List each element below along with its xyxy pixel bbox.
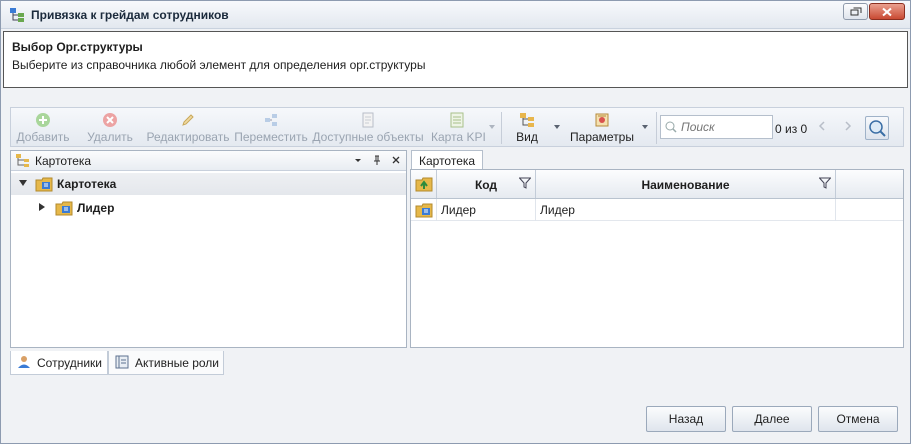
move-button[interactable]: Переместить [234,110,308,146]
level-up-column[interactable] [411,170,437,198]
parameters-label: Параметры [570,130,634,144]
header-title: Выбор Орг.структуры [12,40,143,54]
parameters-dropdown-arrow[interactable] [642,125,648,129]
available-objects-label: Доступные объекты [312,130,424,144]
results-counter: 0 из 0 [775,122,808,136]
tab-active-roles[interactable]: Активные роли [108,351,224,375]
tree-node-leader[interactable]: Лидер [11,197,406,219]
find-button[interactable] [865,116,889,140]
search-box[interactable] [660,115,773,139]
kpi-map-dropdown-arrow[interactable] [489,125,495,129]
next-result-icon[interactable] [841,119,855,133]
next-button[interactable]: Далее [732,406,812,432]
cell-text: Лидер [441,203,476,217]
column-header-code[interactable]: Код [437,170,536,198]
view-label: Вид [516,130,538,144]
panel-close-icon[interactable] [390,154,402,166]
cell-code: Лидер [437,199,536,221]
close-button[interactable] [869,3,905,20]
restore-icon [850,7,861,15]
tab-label: Картотека [419,154,476,168]
org-structure-icon [10,8,24,22]
tab-card-index[interactable]: Картотека [411,150,483,170]
kpi-map-icon [450,112,464,128]
dialog-window: Привязка к грейдам сотрудников Выбор Орг… [0,0,911,444]
folder-up-icon [415,177,433,192]
document-icon [362,112,374,128]
search-icon [665,121,677,133]
add-icon [36,113,50,127]
wizard-header: Выбор Орг.структуры Выберите из справочн… [3,31,908,88]
panel-menu-icon[interactable] [352,154,364,166]
kpi-map-button[interactable]: Карта KPI [427,110,487,146]
move-label: Переместить [234,130,308,144]
expand-arrow-icon[interactable] [39,203,45,211]
panel-header: Картотека [11,151,406,171]
tree-panel-icon [16,154,29,167]
records-grid: Код Наименование Лидер Лидер [410,169,904,348]
add-button[interactable]: Добавить [13,110,73,146]
parameters-button[interactable]: Параметры [567,110,637,146]
tab-employees[interactable]: Сотрудники [10,351,108,375]
tab-label: Активные роли [135,356,220,370]
delete-button[interactable]: Удалить [81,110,139,146]
view-button[interactable]: Вид [507,110,547,146]
row-icon-cell [411,199,437,221]
table-row[interactable]: Лидер Лидер [411,199,903,221]
view-dropdown-arrow[interactable] [554,125,560,129]
collapse-arrow-icon[interactable] [19,180,27,186]
filter-icon[interactable] [519,177,531,189]
toolbar-separator [656,112,657,144]
cancel-button[interactable]: Отмена [818,406,898,432]
back-button[interactable]: Назад [646,406,726,432]
pencil-icon [182,114,194,126]
filter-icon[interactable] [819,177,831,189]
employee-icon [18,356,30,368]
tab-label: Сотрудники [37,356,102,370]
header-description: Выберите из справочника любой элемент дл… [12,58,426,72]
toolbar: Добавить Удалить Редактировать Перемести… [10,107,904,147]
parameters-icon [595,113,609,127]
pin-icon[interactable] [371,154,383,166]
move-icon [265,114,277,126]
edit-button[interactable]: Редактировать [145,110,231,146]
cell-text: Лидер [540,203,575,217]
card-index-panel: Картотека Картотека Лидер [10,150,407,348]
column-header-label: Наименование [641,178,730,192]
folder-org-icon [55,201,73,216]
toolbar-separator [501,112,502,144]
magnifier-icon [869,120,886,137]
restore-button[interactable] [843,3,868,20]
grid-header: Код Наименование [411,170,903,199]
tree-node-label: Лидер [77,201,115,215]
edit-label: Редактировать [146,130,230,144]
add-label: Добавить [16,130,70,144]
panel-title: Картотека [35,154,92,168]
tree-node-label: Картотека [57,177,117,191]
folder-org-icon [415,203,433,218]
close-icon [882,7,892,16]
window-title: Привязка к грейдам сотрудников [31,8,229,22]
kpi-map-label: Карта KPI [431,130,486,144]
prev-result-icon[interactable] [815,119,829,133]
delete-icon [103,113,117,127]
available-objects-button[interactable]: Доступные объекты [311,110,425,146]
tree-node-root[interactable]: Картотека [11,173,406,195]
cell-name: Лидер [536,199,836,221]
title-bar: Привязка к грейдам сотрудников [1,1,910,29]
column-header-name[interactable]: Наименование [536,170,836,198]
search-input[interactable] [681,119,769,135]
delete-label: Удалить [87,130,133,144]
roles-book-icon [115,355,129,369]
view-icon [520,113,534,127]
folder-org-icon [35,177,53,192]
